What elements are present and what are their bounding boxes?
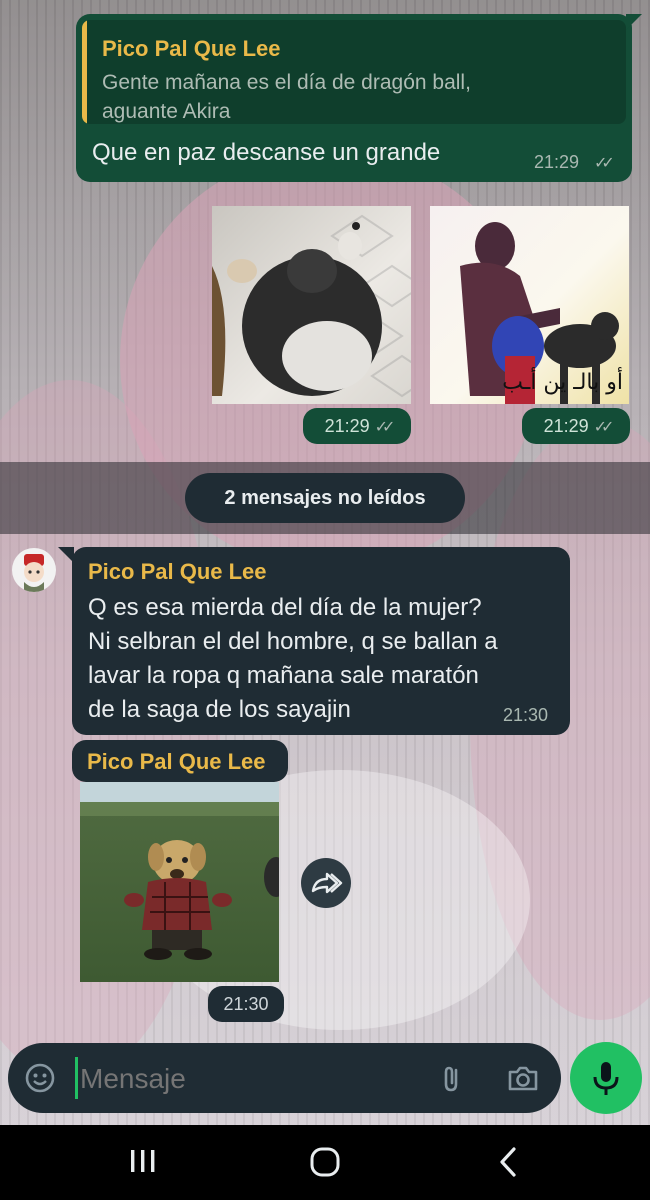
message-input[interactable] <box>78 1055 412 1103</box>
voice-message-button[interactable] <box>570 1042 642 1114</box>
outgoing-message-bubble[interactable]: Pico Pal Que Lee Gente mañana es el día … <box>76 14 632 182</box>
quote-author: Pico Pal Que Lee <box>102 36 281 61</box>
bubble-tail <box>58 547 74 563</box>
quote-line: aguante Akira <box>102 100 231 123</box>
read-ticks-icon: ✓✓ <box>594 155 615 172</box>
media-thumbnail-dog[interactable]: أو بالـ ين أـب <box>430 206 629 404</box>
message-author: Pico Pal Que Lee <box>87 749 266 774</box>
avatar-icon <box>24 554 44 592</box>
read-ticks-icon: ✓✓ <box>374 419 396 436</box>
dancing-dog-image <box>80 802 279 960</box>
media-thumbnail-cat[interactable] <box>212 206 411 404</box>
microphone-icon <box>593 1062 619 1095</box>
unread-messages-pill: 2 mensajes no leídos <box>185 473 465 523</box>
cat-image <box>212 214 411 398</box>
message-line: Q es esa mierda del día de la mujer? <box>88 594 482 621</box>
message-line: lavar la ropa q mañana sale maratón <box>88 662 479 689</box>
recent-apps-icon[interactable] <box>128 1148 158 1176</box>
message-text: Que en paz descanse un grande <box>92 139 441 166</box>
message-time: 21:30 <box>503 705 549 725</box>
attach-icon[interactable] <box>436 1062 468 1094</box>
message-time: 21:29 <box>324 416 370 436</box>
message-author: Pico Pal Que Lee <box>88 559 267 584</box>
camera-icon[interactable] <box>506 1062 540 1094</box>
back-icon[interactable] <box>494 1146 524 1178</box>
quote-line: Gente mañana es el día de dragón ball, <box>102 71 471 94</box>
system-navigation-bar <box>0 1125 650 1200</box>
quoted-message[interactable]: Pico Pal Que Lee Gente mañana es el día … <box>82 20 626 124</box>
forward-button[interactable] <box>301 858 351 908</box>
message-line: Ni selbran el del hombre, q se ballan a <box>88 628 498 655</box>
arabic-caption: أو بالـ ين أـب <box>502 370 623 395</box>
message-composer <box>8 1043 561 1113</box>
media-thumbnail-dancing-dog[interactable] <box>80 782 279 982</box>
incoming-message-bubble[interactable]: Pico Pal Que Lee Q es esa mierda del día… <box>72 547 570 735</box>
bubble-tail <box>626 14 642 30</box>
sticker-icon[interactable] <box>24 1062 56 1094</box>
media-author-chip: Pico Pal Que Lee <box>72 740 288 782</box>
home-icon[interactable] <box>309 1146 341 1178</box>
quote-accent-bar <box>82 20 87 124</box>
message-time: 21:29 <box>543 416 589 436</box>
media-time-pill: 21:29 ✓✓ <box>522 408 630 444</box>
message-line: de la saga de los sayajin <box>88 696 351 723</box>
message-time: 21:30 <box>223 994 269 1014</box>
message-time: 21:29 <box>534 152 580 172</box>
contact-avatar[interactable] <box>12 548 56 592</box>
forward-icon <box>311 872 343 894</box>
media-time-pill: 21:29 ✓✓ <box>303 408 411 444</box>
media-time-pill: 21:30 <box>208 986 284 1022</box>
read-ticks-icon: ✓✓ <box>593 419 615 436</box>
